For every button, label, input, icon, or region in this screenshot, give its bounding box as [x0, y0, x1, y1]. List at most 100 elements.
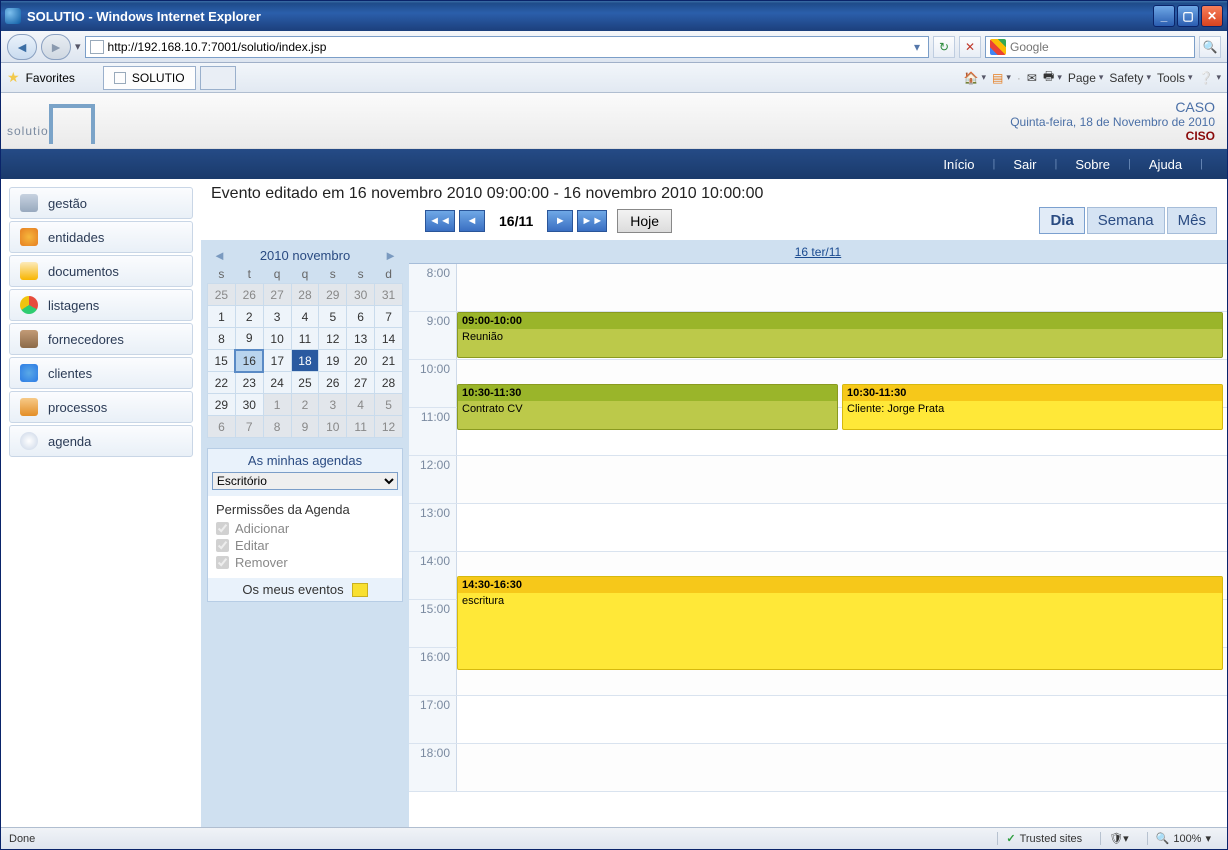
- minical-day[interactable]: 12: [319, 328, 347, 350]
- minical-day[interactable]: 1: [263, 394, 291, 416]
- mail-button[interactable]: ✉: [1027, 71, 1037, 85]
- feeds-button[interactable]: ▤▾: [992, 71, 1011, 85]
- forward-button[interactable]: ►: [41, 34, 71, 60]
- day-grid[interactable]: 8:009:0010:0011:0012:0013:0014:0015:0016…: [409, 264, 1227, 827]
- url-input[interactable]: [108, 40, 910, 54]
- nav-ajuda[interactable]: Ajuda: [1149, 157, 1182, 172]
- minical-day[interactable]: 30: [347, 284, 375, 306]
- minical-day[interactable]: 13: [347, 328, 375, 350]
- minical-day[interactable]: 24: [263, 372, 291, 394]
- minical-day[interactable]: 7: [235, 416, 263, 438]
- calendar-event[interactable]: 10:30-11:30Contrato CV: [457, 384, 838, 430]
- nav-sair[interactable]: Sair: [1013, 157, 1036, 172]
- nav-first-button[interactable]: ◄◄: [425, 210, 455, 232]
- minical-day[interactable]: 3: [263, 306, 291, 328]
- sidebar-item-agenda[interactable]: agenda: [9, 425, 193, 457]
- view-week-button[interactable]: Semana: [1087, 207, 1165, 234]
- sidebar-item-clientes[interactable]: clientes: [9, 357, 193, 389]
- minical-day[interactable]: 2: [235, 306, 263, 328]
- address-dropdown-icon[interactable]: ▾: [910, 40, 924, 54]
- minical-next-icon[interactable]: ►: [384, 248, 397, 263]
- minical-day[interactable]: 25: [208, 284, 236, 306]
- minical-day[interactable]: 28: [291, 284, 319, 306]
- minical-day[interactable]: 8: [208, 328, 236, 350]
- favorites-label[interactable]: Favorites: [26, 71, 75, 85]
- minical-day[interactable]: 31: [375, 284, 403, 306]
- nav-sobre[interactable]: Sobre: [1075, 157, 1110, 172]
- nav-next-button[interactable]: ►: [547, 210, 573, 232]
- minical-day[interactable]: 21: [375, 350, 403, 372]
- minical-day[interactable]: 17: [263, 350, 291, 372]
- minical-day[interactable]: 10: [319, 416, 347, 438]
- print-button[interactable]: 🖶▾: [1043, 67, 1062, 88]
- address-bar[interactable]: ▾: [85, 36, 929, 58]
- day-header-link[interactable]: 16 ter/11: [409, 240, 1227, 264]
- minical-day[interactable]: 5: [375, 394, 403, 416]
- minical-day[interactable]: 30: [235, 394, 263, 416]
- minical-prev-icon[interactable]: ◄: [213, 248, 226, 263]
- search-go-button[interactable]: 🔍: [1199, 36, 1221, 58]
- search-box[interactable]: [985, 36, 1195, 58]
- search-input[interactable]: [1010, 40, 1190, 54]
- favorites-star-icon[interactable]: ★: [7, 69, 20, 86]
- calendar-event[interactable]: 14:30-16:30escritura: [457, 576, 1223, 670]
- minical-day[interactable]: 28: [375, 372, 403, 394]
- minical-day[interactable]: 27: [263, 284, 291, 306]
- page-menu[interactable]: Page▾: [1068, 71, 1104, 85]
- minical-day[interactable]: 9: [235, 328, 263, 350]
- minical-day[interactable]: 27: [347, 372, 375, 394]
- minical-day[interactable]: 19: [319, 350, 347, 372]
- minical-day[interactable]: 11: [291, 328, 319, 350]
- minical-day[interactable]: 16: [235, 350, 263, 372]
- tab-solutio[interactable]: SOLUTIO: [103, 66, 196, 90]
- minical-day[interactable]: 6: [208, 416, 236, 438]
- minical-day[interactable]: 3: [319, 394, 347, 416]
- home-button[interactable]: 🏠▾: [964, 71, 986, 85]
- minical-day[interactable]: 9: [291, 416, 319, 438]
- minical-day[interactable]: 26: [319, 372, 347, 394]
- minical-day[interactable]: 5: [319, 306, 347, 328]
- nav-prev-button[interactable]: ◄: [459, 210, 485, 232]
- view-month-button[interactable]: Mês: [1167, 207, 1217, 234]
- status-zoom[interactable]: 🔍 100% ▾: [1147, 832, 1219, 845]
- close-button[interactable]: ✕: [1201, 5, 1223, 27]
- minical-day[interactable]: 2: [291, 394, 319, 416]
- refresh-button[interactable]: ↻: [933, 36, 955, 58]
- nav-dropdown-icon[interactable]: ▾: [75, 40, 81, 53]
- minical-day[interactable]: 15: [208, 350, 236, 372]
- minical-day[interactable]: 23: [235, 372, 263, 394]
- stop-button[interactable]: ✕: [959, 36, 981, 58]
- nav-last-button[interactable]: ►►: [577, 210, 607, 232]
- minical-day[interactable]: 6: [347, 306, 375, 328]
- minical-day[interactable]: 8: [263, 416, 291, 438]
- status-protected-mode-icon[interactable]: 🛡▾: [1100, 832, 1137, 845]
- minical-day[interactable]: 25: [291, 372, 319, 394]
- minical-day[interactable]: 1: [208, 306, 236, 328]
- maximize-button[interactable]: ▢: [1177, 5, 1199, 27]
- minical-day[interactable]: 20: [347, 350, 375, 372]
- minimize-button[interactable]: _: [1153, 5, 1175, 27]
- calendar-event[interactable]: 10:30-11:30Cliente: Jorge Prata: [842, 384, 1223, 430]
- minical-day[interactable]: 4: [291, 306, 319, 328]
- minical-day[interactable]: 22: [208, 372, 236, 394]
- minical-day[interactable]: 29: [319, 284, 347, 306]
- today-button[interactable]: Hoje: [617, 209, 672, 233]
- minical-day[interactable]: 11: [347, 416, 375, 438]
- safety-menu[interactable]: Safety▾: [1109, 71, 1151, 85]
- new-tab-button[interactable]: [200, 66, 236, 90]
- minical-day[interactable]: 4: [347, 394, 375, 416]
- sidebar-item-processos[interactable]: processos: [9, 391, 193, 423]
- tools-menu[interactable]: Tools▾: [1157, 71, 1193, 85]
- sidebar-item-listagens[interactable]: listagens: [9, 289, 193, 321]
- minical-day[interactable]: 7: [375, 306, 403, 328]
- agenda-select[interactable]: Escritório: [212, 472, 398, 490]
- minical-day[interactable]: 10: [263, 328, 291, 350]
- minical-day[interactable]: 18: [291, 350, 319, 372]
- nav-inicio[interactable]: Início: [943, 157, 974, 172]
- sidebar-item-fornecedores[interactable]: fornecedores: [9, 323, 193, 355]
- calendar-event[interactable]: 09:00-10:00Reunião: [457, 312, 1223, 358]
- minical-day[interactable]: 12: [375, 416, 403, 438]
- help-button[interactable]: ❔▾: [1199, 71, 1221, 85]
- sidebar-item-documentos[interactable]: documentos: [9, 255, 193, 287]
- minical-day[interactable]: 26: [235, 284, 263, 306]
